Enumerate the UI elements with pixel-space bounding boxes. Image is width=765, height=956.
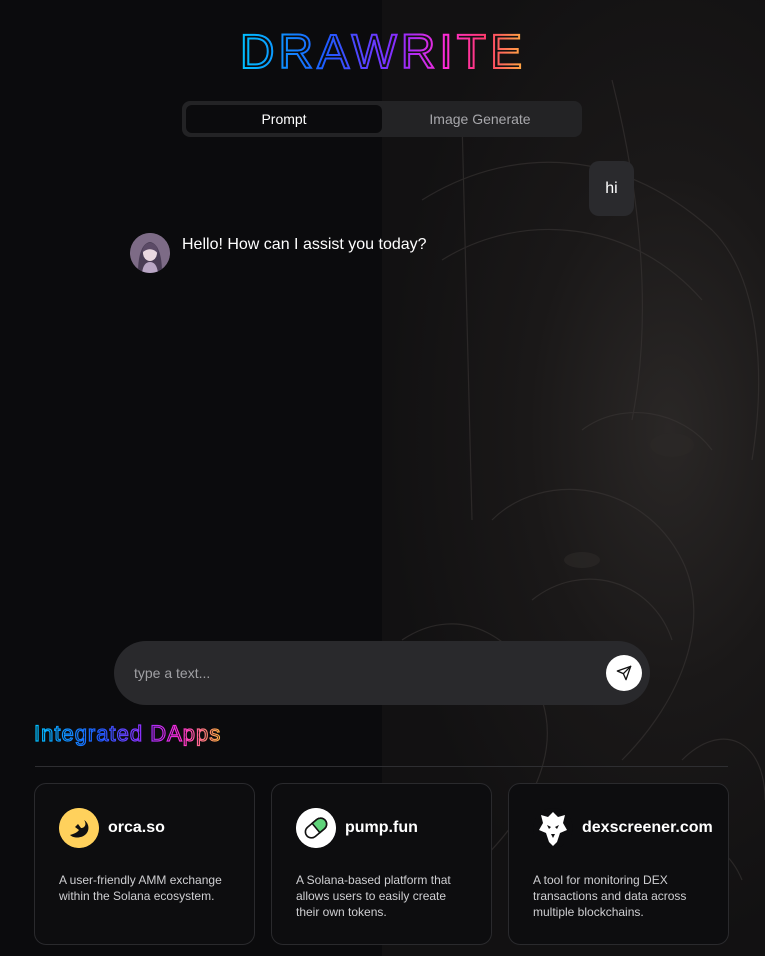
dapp-card-dexscreener[interactable]: dexscreener.com A tool for monitoring DE… xyxy=(508,783,729,945)
section-divider xyxy=(35,766,728,767)
pill-icon xyxy=(296,808,336,848)
send-button[interactable] xyxy=(606,655,642,691)
assistant-message: Hello! How can I assist you today? xyxy=(130,233,427,273)
dapp-description: A Solana-based platform that allows user… xyxy=(296,873,451,919)
eagle-icon xyxy=(533,808,573,848)
user-message-text: hi xyxy=(605,179,618,197)
dapp-name: pump.fun xyxy=(345,819,418,836)
tab-prompt[interactable]: Prompt xyxy=(186,105,382,133)
dapps-title-text: Integrated DApps xyxy=(34,721,221,746)
dapp-name: dexscreener.com xyxy=(582,819,713,836)
dapp-description: A tool for monitoring DEX transactions a… xyxy=(533,873,687,919)
assistant-avatar xyxy=(130,233,170,273)
assistant-message-text: Hello! How can I assist you today? xyxy=(182,236,427,253)
tab-image-generate[interactable]: Image Generate xyxy=(382,105,578,133)
dapp-card-pump[interactable]: pump.fun A Solana-based platform that al… xyxy=(271,783,492,945)
user-message-bubble: hi xyxy=(589,161,634,216)
message-composer xyxy=(114,641,650,705)
dapp-name: orca.so xyxy=(108,819,165,836)
dapp-card-orca[interactable]: orca.so A user-friendly AMM exchange wit… xyxy=(34,783,255,945)
send-icon xyxy=(616,665,632,681)
message-input[interactable] xyxy=(134,665,606,681)
logo-text: DRAWRITE xyxy=(239,26,525,78)
app-logo: DRAWRITE xyxy=(0,22,765,83)
dapps-section-title: Integrated DApps xyxy=(33,719,273,754)
orca-logo-icon xyxy=(59,808,99,848)
mode-switch: Prompt Image Generate xyxy=(182,101,582,137)
dapp-description: A user-friendly AMM exchange within the … xyxy=(59,873,222,903)
